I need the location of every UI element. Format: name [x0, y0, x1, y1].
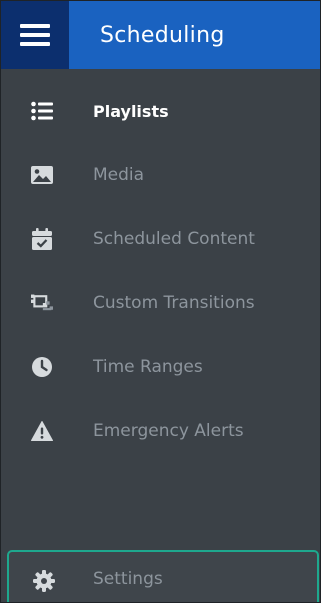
scheduling-sidebar: Scheduling Playlists Media Scheduled Con… — [0, 0, 321, 603]
hamburger-menu-icon — [20, 24, 50, 46]
page-title: Scheduling — [69, 1, 320, 69]
sidebar-item-label: Time Ranges — [93, 357, 203, 377]
clock-icon — [31, 356, 53, 378]
image-icon — [31, 164, 53, 186]
sidebar-item-label: Emergency Alerts — [93, 421, 244, 441]
list-icon — [31, 100, 53, 122]
sidebar-item-media[interactable]: Media — [1, 143, 320, 207]
sidebar-header: Scheduling — [1, 1, 320, 69]
gear-icon — [33, 570, 55, 592]
settings-label: Settings — [93, 569, 163, 589]
sidebar-item-settings[interactable]: Settings — [7, 550, 319, 602]
sidebar-item-label: Scheduled Content — [93, 229, 255, 249]
menu-toggle-button[interactable] — [1, 1, 69, 69]
sidebar-item-time-ranges[interactable]: Time Ranges — [1, 335, 320, 399]
sidebar-item-scheduled-content[interactable]: Scheduled Content — [1, 207, 320, 271]
sidebar-item-custom-transitions[interactable]: Custom Transitions — [1, 271, 320, 335]
sidebar-item-emergency-alerts[interactable]: Emergency Alerts — [1, 399, 320, 463]
sidebar-item-label: Playlists — [93, 101, 169, 121]
sidebar-item-playlists[interactable]: Playlists — [1, 79, 320, 143]
transition-icon — [31, 292, 53, 314]
sidebar-item-label: Media — [93, 165, 145, 185]
warning-triangle-icon — [31, 420, 53, 442]
sidebar-item-label: Custom Transitions — [93, 293, 255, 313]
sidebar-nav: Playlists Media Scheduled Content Custom… — [1, 79, 320, 463]
calendar-check-icon — [31, 228, 53, 250]
